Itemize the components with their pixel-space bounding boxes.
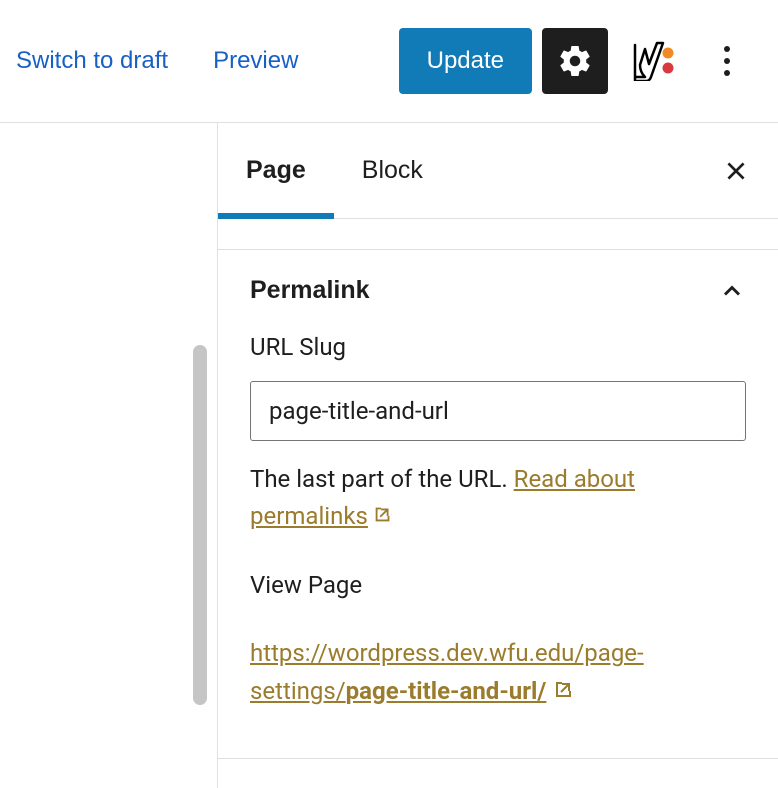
chevron-up-icon [718, 277, 746, 305]
editor-canvas-region [0, 123, 217, 788]
settings-button[interactable] [542, 28, 608, 94]
settings-sidebar: Page Block Permalink URL Slug The last p… [217, 123, 778, 788]
help-text-static: The last part of the URL. [250, 465, 514, 493]
content-area: Page Block Permalink URL Slug The last p… [0, 123, 778, 788]
switch-to-draft-button[interactable]: Switch to draft [16, 47, 168, 75]
close-sidebar-button[interactable] [716, 151, 756, 191]
external-link-icon [372, 503, 394, 525]
yoast-icon [627, 41, 675, 81]
view-page-label: View Page [250, 571, 746, 599]
url-slug-input[interactable] [250, 381, 746, 441]
preview-button[interactable]: Preview [213, 47, 298, 75]
permalink-panel: Permalink URL Slug The last part of the … [218, 249, 778, 759]
close-icon [723, 158, 749, 184]
gear-icon [557, 43, 593, 79]
sidebar-tabs: Page Block [218, 123, 778, 219]
url-slug-label: URL Slug [250, 333, 746, 361]
more-menu-button[interactable] [694, 28, 760, 94]
tab-page[interactable]: Page [218, 123, 334, 218]
permalink-title: Permalink [250, 276, 370, 305]
update-button[interactable]: Update [399, 28, 532, 94]
url-slug-part: page-title-and-url/ [346, 677, 547, 705]
permalink-body: URL Slug The last part of the URL. Read … [218, 331, 778, 758]
scrollbar-thumb[interactable] [193, 345, 207, 705]
permalink-toggle[interactable]: Permalink [218, 250, 778, 331]
yoast-button[interactable] [618, 28, 684, 94]
tab-block[interactable]: Block [334, 123, 451, 218]
toolbar-left-group: Switch to draft Preview [16, 47, 298, 75]
external-link-icon [552, 677, 576, 701]
url-slug-help: The last part of the URL. Read about per… [250, 461, 746, 535]
kebab-icon [724, 46, 730, 76]
editor-toolbar: Switch to draft Preview Update [0, 0, 778, 123]
view-page-url-link[interactable]: https://wordpress.dev.wfu.edu/page-setti… [250, 639, 644, 704]
